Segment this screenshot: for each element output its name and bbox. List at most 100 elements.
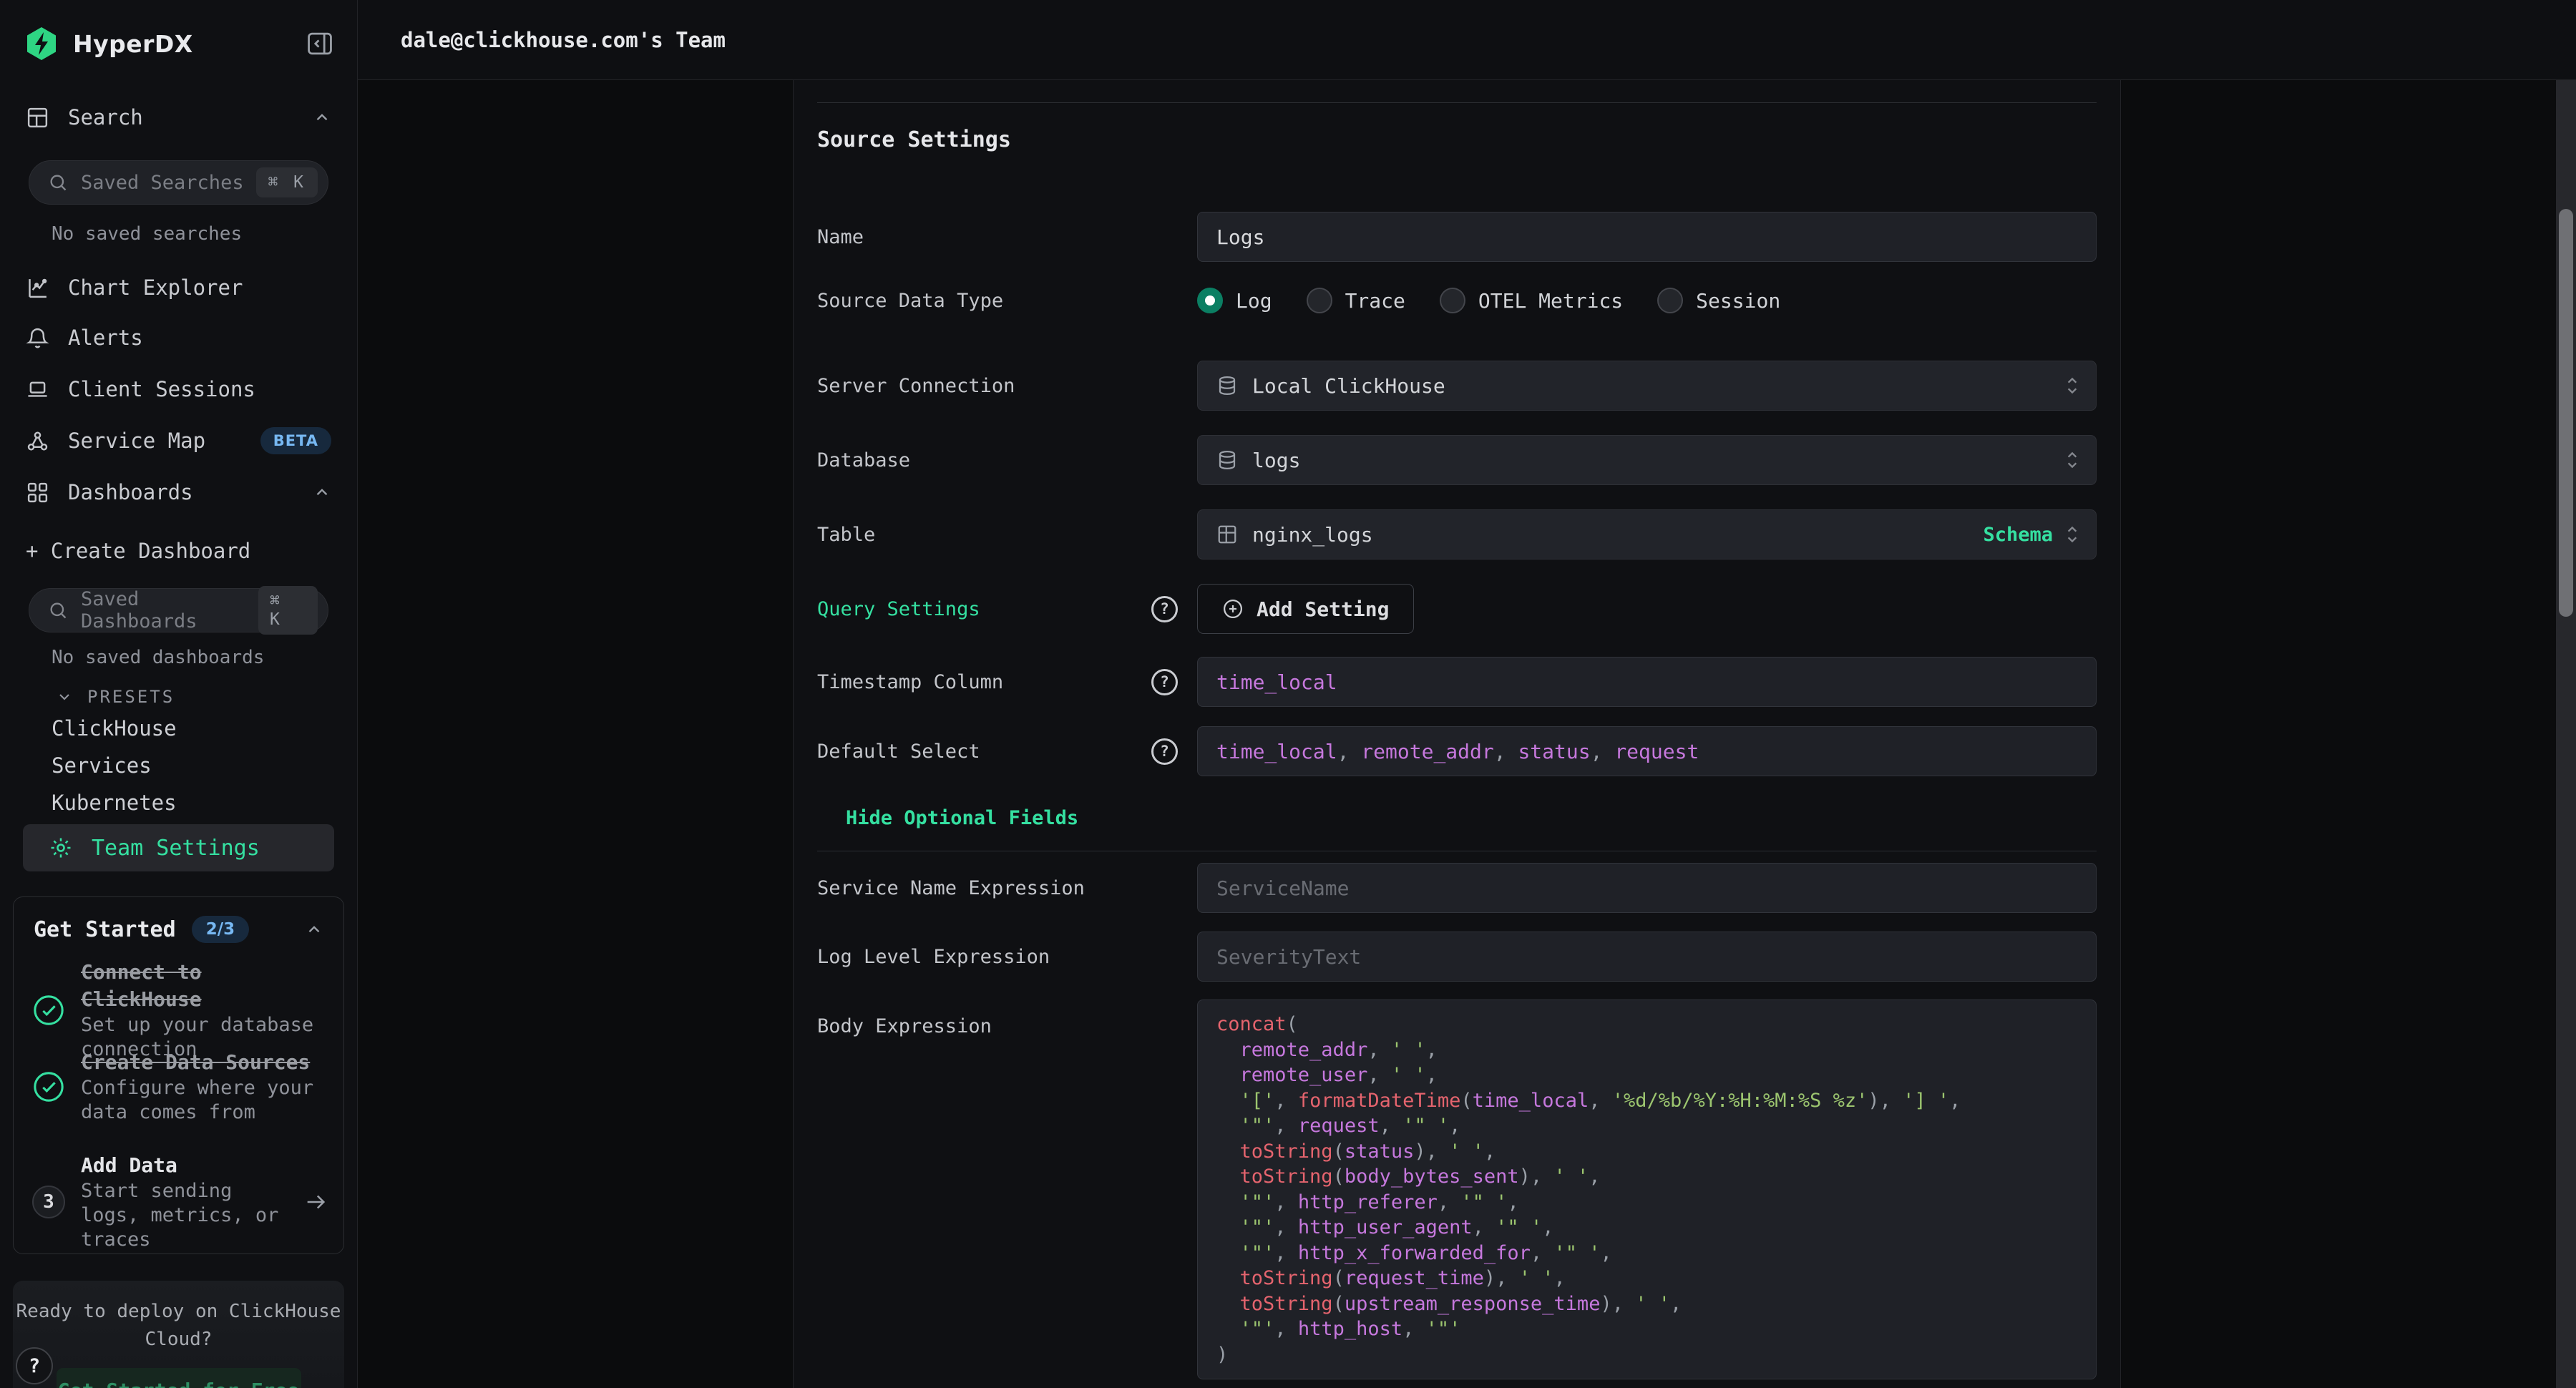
timestamp-column-label: Timestamp Column bbox=[817, 671, 1151, 693]
select-chevrons-icon bbox=[2063, 449, 2082, 471]
form-row-default-select: Default Select ? time_local, remote_addr… bbox=[817, 726, 2097, 776]
chevron-down-icon bbox=[56, 688, 73, 705]
chevron-up-icon[interactable] bbox=[313, 483, 331, 502]
server-connection-value: Local ClickHouse bbox=[1252, 374, 1445, 398]
body-expression-code[interactable]: concat( remote_addr, ' ', remote_user, '… bbox=[1197, 1000, 2097, 1379]
database-icon bbox=[1216, 375, 1238, 396]
brand-row: HyperDX bbox=[26, 20, 334, 67]
log-level-input[interactable] bbox=[1197, 932, 2097, 982]
search-icon bbox=[48, 172, 68, 192]
table-icon bbox=[26, 106, 49, 129]
create-dashboard-button[interactable]: + Create Dashboard bbox=[26, 534, 331, 568]
collapse-sidebar-button[interactable] bbox=[306, 31, 334, 57]
table-select[interactable]: nginx_logs Schema bbox=[1197, 509, 2097, 559]
scrollbar-thumb[interactable] bbox=[2559, 209, 2573, 617]
server-connection-select[interactable]: Local ClickHouse bbox=[1197, 361, 2097, 411]
app-window: HyperDX Search Saved Searches ⌘ K No sav… bbox=[0, 0, 2576, 1388]
form-row-hide-optional: Hide Optional Fields bbox=[817, 805, 2097, 831]
preset-services[interactable]: Services bbox=[52, 750, 152, 781]
panel-collapse-icon bbox=[306, 31, 333, 56]
get-started-step-2[interactable]: Create Data Sources Configure where your… bbox=[32, 1049, 328, 1125]
get-started-header[interactable]: Get Started 2/3 bbox=[34, 916, 323, 943]
grid-icon bbox=[26, 481, 49, 504]
create-dashboard-label: + Create Dashboard bbox=[26, 539, 250, 563]
preset-clickhouse[interactable]: ClickHouse bbox=[52, 713, 177, 744]
cloud-promo-text-line1: Ready to deploy on ClickHouse bbox=[13, 1298, 344, 1326]
team-settings-label: Team Settings bbox=[92, 836, 260, 861]
team-title: dale@clickhouse.com's Team bbox=[401, 28, 726, 52]
database-label: Database bbox=[817, 449, 1151, 471]
table-icon bbox=[1216, 524, 1238, 545]
chevron-up-icon[interactable] bbox=[305, 920, 323, 939]
plus-circle-icon bbox=[1222, 598, 1244, 620]
sidebar-item-label: Service Map bbox=[68, 429, 205, 453]
query-settings-label: Query Settings bbox=[817, 598, 1151, 620]
step-desc: Configure where your data comes from bbox=[81, 1076, 317, 1125]
step-title: Create Data Sources bbox=[81, 1049, 317, 1076]
get-started-step-1[interactable]: Connect to ClickHouse Set up your databa… bbox=[32, 959, 328, 1062]
sidebar-item-client-sessions[interactable]: Client Sessions bbox=[26, 372, 331, 406]
sidebar-item-chart-explorer[interactable]: Chart Explorer bbox=[26, 270, 331, 305]
chart-icon bbox=[26, 276, 49, 300]
form-row-body-expression: Body Expression concat( remote_addr, ' '… bbox=[817, 1000, 2097, 1379]
sidebar-item-service-map[interactable]: Service Map BETA bbox=[26, 424, 331, 458]
radio-otel-metrics[interactable]: OTEL Metrics bbox=[1440, 288, 1623, 313]
no-saved-dashboards-text: No saved dashboards bbox=[52, 647, 264, 668]
radio-icon bbox=[1307, 288, 1332, 313]
saved-dashboards-input[interactable]: Saved Dashboards ⌘ K bbox=[29, 588, 328, 632]
database-select[interactable]: logs bbox=[1197, 435, 2097, 485]
saved-searches-input[interactable]: Saved Searches ⌘ K bbox=[29, 160, 328, 205]
shortcut-badge: ⌘ K bbox=[256, 167, 318, 197]
form-row-log-level: Log Level Expression bbox=[817, 932, 2097, 982]
get-started-step-3[interactable]: 3 Add Data Start sending logs, metrics, … bbox=[32, 1152, 328, 1252]
hide-optional-fields-link[interactable]: Hide Optional Fields bbox=[846, 807, 1078, 829]
check-circle-icon bbox=[32, 1070, 65, 1103]
get-started-card: Get Started 2/3 Connect to ClickHouse Se… bbox=[13, 896, 344, 1254]
cloud-promo-card: Ready to deploy on ClickHouse Cloud? Get… bbox=[13, 1281, 344, 1388]
form-row-database: Database logs bbox=[817, 435, 2097, 485]
sidebar-item-team-settings[interactable]: Team Settings bbox=[23, 824, 334, 871]
help-icon[interactable]: ? bbox=[1151, 738, 1178, 765]
sidebar-item-label: Client Sessions bbox=[68, 377, 255, 401]
sidebar-item-dashboards[interactable]: Dashboards bbox=[26, 475, 331, 509]
help-icon[interactable]: ? bbox=[1151, 596, 1178, 622]
database-value: logs bbox=[1252, 449, 1300, 472]
scrollbar-track[interactable] bbox=[2556, 80, 2576, 1388]
table-value: nginx_logs bbox=[1252, 523, 1373, 547]
name-input[interactable] bbox=[1197, 212, 2097, 262]
preset-kubernetes[interactable]: Kubernetes bbox=[52, 787, 177, 818]
radio-session[interactable]: Session bbox=[1657, 288, 1780, 313]
network-icon bbox=[26, 429, 49, 453]
sidebar-item-search[interactable]: Search bbox=[26, 100, 331, 135]
radio-selected-icon bbox=[1197, 288, 1223, 313]
help-button[interactable]: ? bbox=[16, 1347, 53, 1384]
laptop-icon bbox=[26, 378, 49, 401]
question-mark-icon: ? bbox=[29, 1355, 40, 1377]
sidebar-item-label: Chart Explorer bbox=[68, 275, 243, 300]
saved-searches-placeholder: Saved Searches bbox=[81, 172, 244, 194]
section-title: Source Settings bbox=[817, 127, 2097, 153]
sidebar-item-label: Search bbox=[68, 105, 143, 129]
presets-toggle[interactable]: PRESETS bbox=[56, 683, 175, 711]
radio-log[interactable]: Log bbox=[1197, 288, 1272, 313]
sidebar-item-label: Alerts bbox=[68, 326, 143, 350]
top-bar: dale@clickhouse.com's Team bbox=[358, 0, 2576, 80]
help-icon[interactable]: ? bbox=[1151, 669, 1178, 695]
timestamp-column-input[interactable]: time_local bbox=[1197, 657, 2097, 707]
arrow-right-icon[interactable] bbox=[303, 1190, 328, 1214]
server-connection-label: Server Connection bbox=[817, 375, 1151, 397]
default-select-input[interactable]: time_local, remote_addr, status, request bbox=[1197, 726, 2097, 776]
select-chevrons-icon bbox=[2063, 524, 2082, 545]
source-settings-panel: Source Settings Name Source Data Type bbox=[793, 80, 2121, 1388]
service-name-input[interactable] bbox=[1197, 863, 2097, 913]
form-row-timestamp-column: Timestamp Column ? time_local bbox=[817, 657, 2097, 707]
add-setting-button[interactable]: Add Setting bbox=[1197, 584, 1414, 634]
radio-trace[interactable]: Trace bbox=[1307, 288, 1405, 313]
step-title: Add Data bbox=[81, 1152, 288, 1179]
form-row-query-settings: Query Settings ? Add Setting bbox=[817, 584, 2097, 634]
sidebar-item-alerts[interactable]: Alerts bbox=[26, 321, 331, 355]
get-started-free-button[interactable]: Get Started for Free bbox=[57, 1368, 301, 1388]
chevron-up-icon[interactable] bbox=[313, 108, 331, 127]
form-row-name: Name bbox=[817, 212, 2097, 262]
schema-button[interactable]: Schema bbox=[1983, 524, 2053, 546]
